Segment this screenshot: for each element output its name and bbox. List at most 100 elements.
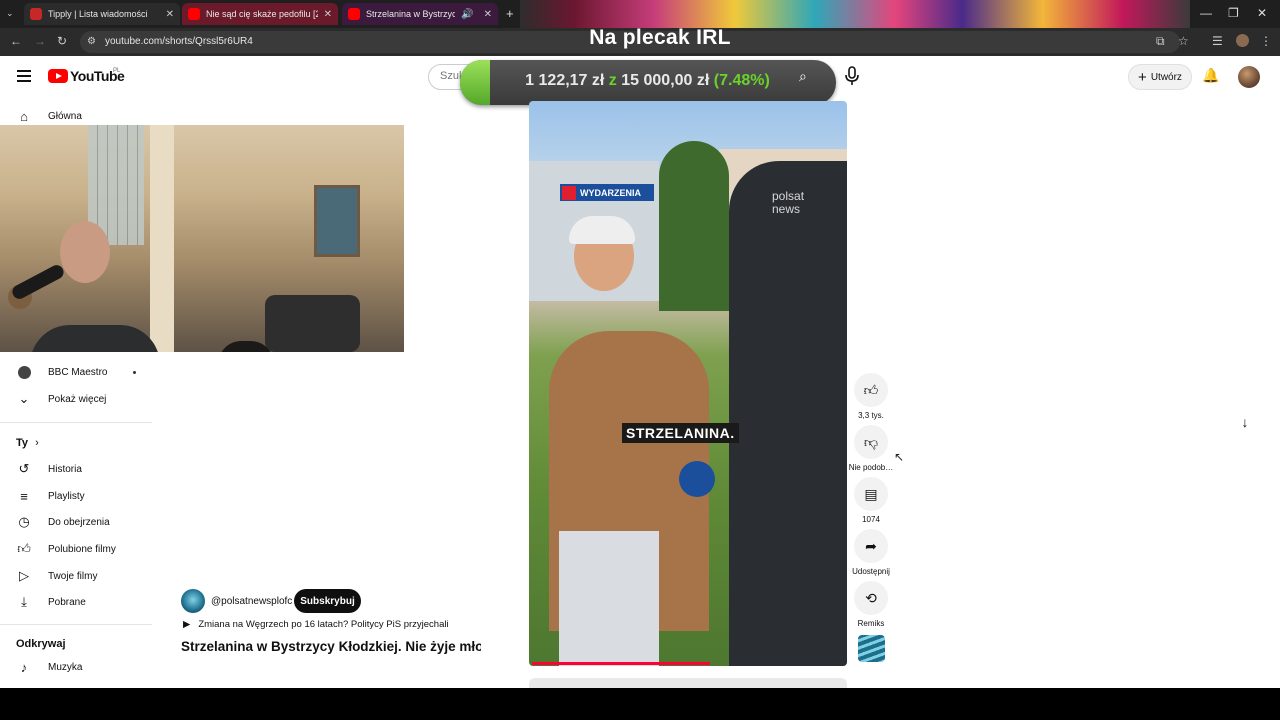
dislike-label: Nie podob… [848, 463, 894, 472]
sidebar-item-downloads[interactable]: ⤓ Pobrane [0, 589, 150, 615]
channel-watermark: polsat news [772, 189, 805, 216]
close-tab-icon[interactable]: ✕ [484, 9, 492, 20]
video-progress-bar[interactable] [532, 662, 710, 665]
speaker-icon[interactable]: 🔊 [461, 9, 473, 20]
dislike-button[interactable]: 👎︎ [854, 425, 888, 459]
stream-overlay-title: Na plecak IRL [589, 26, 731, 49]
sidebar-item-label: Twoje filmy [48, 570, 98, 582]
sidebar-item-bbc-maestro[interactable]: BBC Maestro [0, 359, 150, 385]
your-videos-icon: ▷ [19, 568, 29, 583]
minimize-icon[interactable]: — [1200, 6, 1212, 20]
video-title[interactable]: Strzelanina w Bystrzycy Kłodzkiej. Nie ż… [181, 639, 481, 654]
sidebar-divider [0, 624, 152, 625]
mouse-cursor-icon: ↖ [894, 450, 905, 464]
channel-handle[interactable]: @polsatnewsplofc [211, 596, 292, 607]
next-short-preview[interactable] [529, 678, 847, 688]
sidebar-explore-heading: Odkrywaj [16, 638, 66, 650]
sidebar-item-label: Pobrane [48, 596, 86, 608]
sidebar-item-label: Główna [48, 110, 82, 122]
region-code: PL [113, 68, 121, 74]
channel-avatar[interactable] [181, 589, 205, 613]
search-icon[interactable]: ⌕ [799, 68, 807, 85]
tab-title: Tipply | Lista wiadomości [48, 9, 148, 19]
tab-title: Nie sąd cię skaże pedofilu [2/3 [206, 9, 318, 19]
news-badge: WYDARZENIA [560, 184, 654, 201]
chevron-down-icon: ⌄ [18, 391, 30, 406]
site-info-icon[interactable]: ⚙ [87, 36, 96, 47]
url-text[interactable]: youtube.com/shorts/Qrssl5r6UR4 [105, 36, 253, 47]
history-icon: ↺ [18, 461, 30, 476]
sidebar-item-playlists[interactable]: ≡ Playlisty [0, 483, 150, 509]
tab-list-chevron-icon[interactable]: ⌄ [6, 8, 14, 19]
account-avatar[interactable] [1238, 66, 1260, 88]
sidebar-show-more[interactable]: ⌄ Pokaż więcej [0, 386, 150, 412]
download-icon: ⤓ [21, 594, 27, 609]
share-button[interactable]: ➦ [854, 529, 888, 563]
profile-avatar[interactable] [1236, 34, 1249, 47]
play-icon: ▶ [183, 619, 191, 630]
donation-percent: (7.48%) [713, 72, 770, 89]
video-caption: STRZELANINA. [622, 423, 739, 443]
comments-button[interactable]: ▤ [854, 477, 888, 511]
sidebar-item-label: Historia [48, 463, 82, 475]
sidebar-item-your-videos[interactable]: ▷ Twoje filmy [0, 563, 150, 589]
subscribe-button[interactable]: Subskrybuj [294, 589, 361, 613]
like-count: 3,3 tys. [858, 411, 884, 420]
sidebar-item-label: Playlisty [48, 490, 85, 502]
related-video-title: Zmiana na Węgrzech po 16 latach? Polityc… [198, 619, 449, 630]
related-video-link[interactable]: ▶ Zmiana na Węgrzech po 16 latach? Polit… [183, 619, 449, 630]
hamburger-menu-icon[interactable] [17, 70, 31, 82]
donation-current: 1 122,17 zł [525, 72, 605, 89]
donation-goal-text: 1 122,17 zł z 15 000,00 zł (7.48%) [490, 72, 805, 90]
arrow-down-icon: ↓ [1241, 414, 1249, 430]
sidebar-item-label: Do obejrzenia [48, 516, 110, 528]
forward-icon[interactable]: → [34, 34, 46, 48]
browser-tab-tipply[interactable]: Tipply | Lista wiadomości ✕ [24, 3, 180, 25]
youtube-favicon-icon [348, 8, 360, 20]
playlist-icon: ≡ [20, 488, 28, 504]
notifications-bell-icon[interactable]: 🔔 [1202, 67, 1219, 84]
next-video-button[interactable]: ↓ [1230, 407, 1260, 437]
browser-tab-nie-sad[interactable]: Nie sąd cię skaże pedofilu [2/3 ✕ [182, 3, 338, 25]
install-app-icon[interactable]: ⧉ [1156, 34, 1165, 49]
channel-avatar-icon [0, 365, 48, 379]
share-label: Udostępnij [852, 567, 890, 576]
comment-icon: ▤ [864, 485, 878, 502]
tipply-favicon-icon [30, 8, 42, 20]
youtube-logo-icon[interactable] [48, 69, 68, 83]
new-tab-icon[interactable]: + [506, 6, 514, 21]
browser-menu-icon[interactable]: ⋮ [1260, 34, 1272, 48]
voice-search-icon[interactable] [844, 66, 860, 86]
home-icon: ⌂ [20, 108, 28, 124]
overlay-artwork [520, 0, 1190, 28]
sidebar-item-label: BBC Maestro [48, 366, 108, 378]
create-label: Utwórz [1150, 71, 1182, 83]
reload-icon[interactable]: ↻ [57, 34, 67, 48]
restore-icon[interactable]: ❐ [1228, 6, 1239, 20]
create-button[interactable]: + Utwórz [1128, 64, 1192, 90]
browser-tab-strzelanina[interactable]: Strzelanina w Bystrzycy Kłodz 🔊 ✕ [342, 3, 498, 25]
sidebar-item-liked[interactable]: 👍︎ Polubione filmy [0, 536, 150, 562]
back-icon[interactable]: ← [10, 34, 22, 48]
sidebar-item-history[interactable]: ↺ Historia [0, 456, 150, 482]
sidebar-item-label: Pokaż więcej [48, 393, 107, 405]
close-window-icon[interactable]: ✕ [1257, 6, 1267, 20]
sidebar-item-watch-later[interactable]: ◷ Do obejrzenia [0, 509, 150, 535]
remix-icon: ⟲ [865, 589, 877, 606]
close-tab-icon[interactable]: ✕ [166, 9, 174, 20]
sidebar-item-music[interactable]: ♪ Muzyka [0, 654, 150, 680]
sidebar-heading-label: Ty [16, 437, 29, 449]
donation-separator: z [608, 72, 617, 89]
clock-icon: ◷ [18, 514, 30, 529]
music-note-icon: ♪ [20, 659, 28, 675]
audio-thumbnail[interactable] [858, 635, 885, 662]
extensions-icon[interactable]: ☰ [1212, 34, 1223, 48]
youtube-favicon-icon [188, 8, 200, 20]
sidebar-you-heading[interactable]: Ty › [16, 437, 39, 449]
remix-button[interactable]: ⟲ [854, 581, 888, 615]
bookmark-star-icon[interactable]: ☆ [1178, 34, 1189, 48]
thumbs-up-icon: 👍︎ [863, 381, 879, 398]
close-tab-icon[interactable]: ✕ [324, 9, 332, 20]
thumbs-down-icon: 👎︎ [863, 433, 879, 450]
like-button[interactable]: 👍︎ [854, 373, 888, 407]
